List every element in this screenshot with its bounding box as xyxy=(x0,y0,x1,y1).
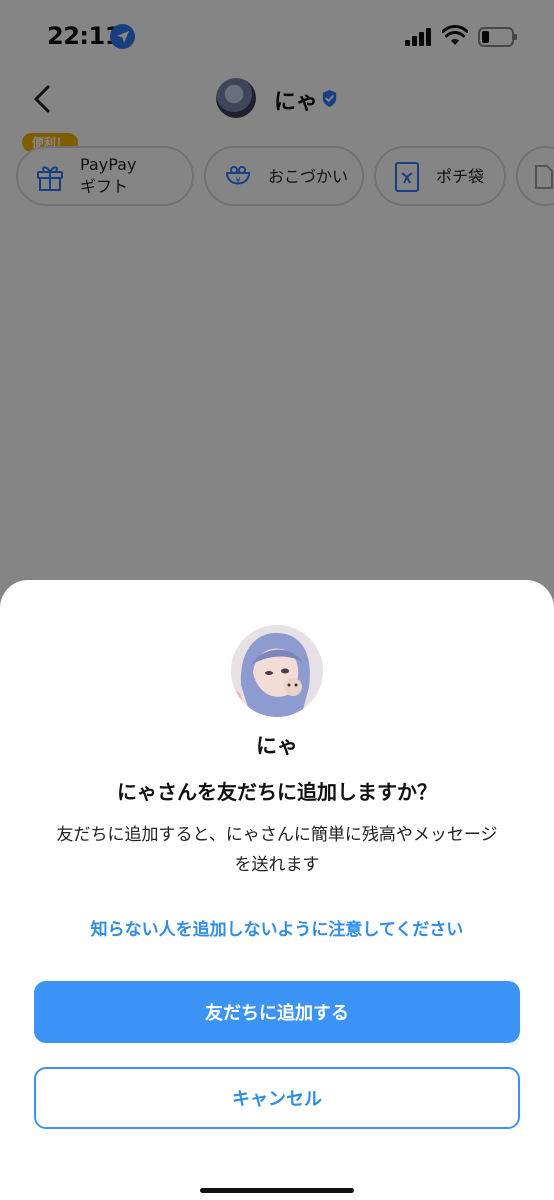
add-friend-button[interactable]: 友だちに追加する xyxy=(34,981,520,1043)
caution-link[interactable]: 知らない人を追加しないように注意してください xyxy=(0,915,554,940)
add-friend-sheet: にゃ にゃさんを友だちに追加しますか？ 友だちに追加すると、にゃさんに簡単に残高… xyxy=(0,580,554,1200)
sheet-title: にゃさんを友だちに追加しますか？ xyxy=(117,780,437,804)
profile-name: にゃ xyxy=(256,734,298,758)
profile-avatar xyxy=(231,625,323,717)
sheet-description: 友だちに追加すると、にゃさんに簡単に残高やメッセージ を送れます xyxy=(30,820,524,880)
cancel-button[interactable]: キャンセル xyxy=(34,1067,520,1129)
sheet-description-line1: 友だちに追加すると、にゃさんに簡単に残高やメッセージ xyxy=(56,825,498,845)
home-indicator xyxy=(200,1188,354,1193)
sheet-description-line2: を送れます xyxy=(234,855,320,875)
